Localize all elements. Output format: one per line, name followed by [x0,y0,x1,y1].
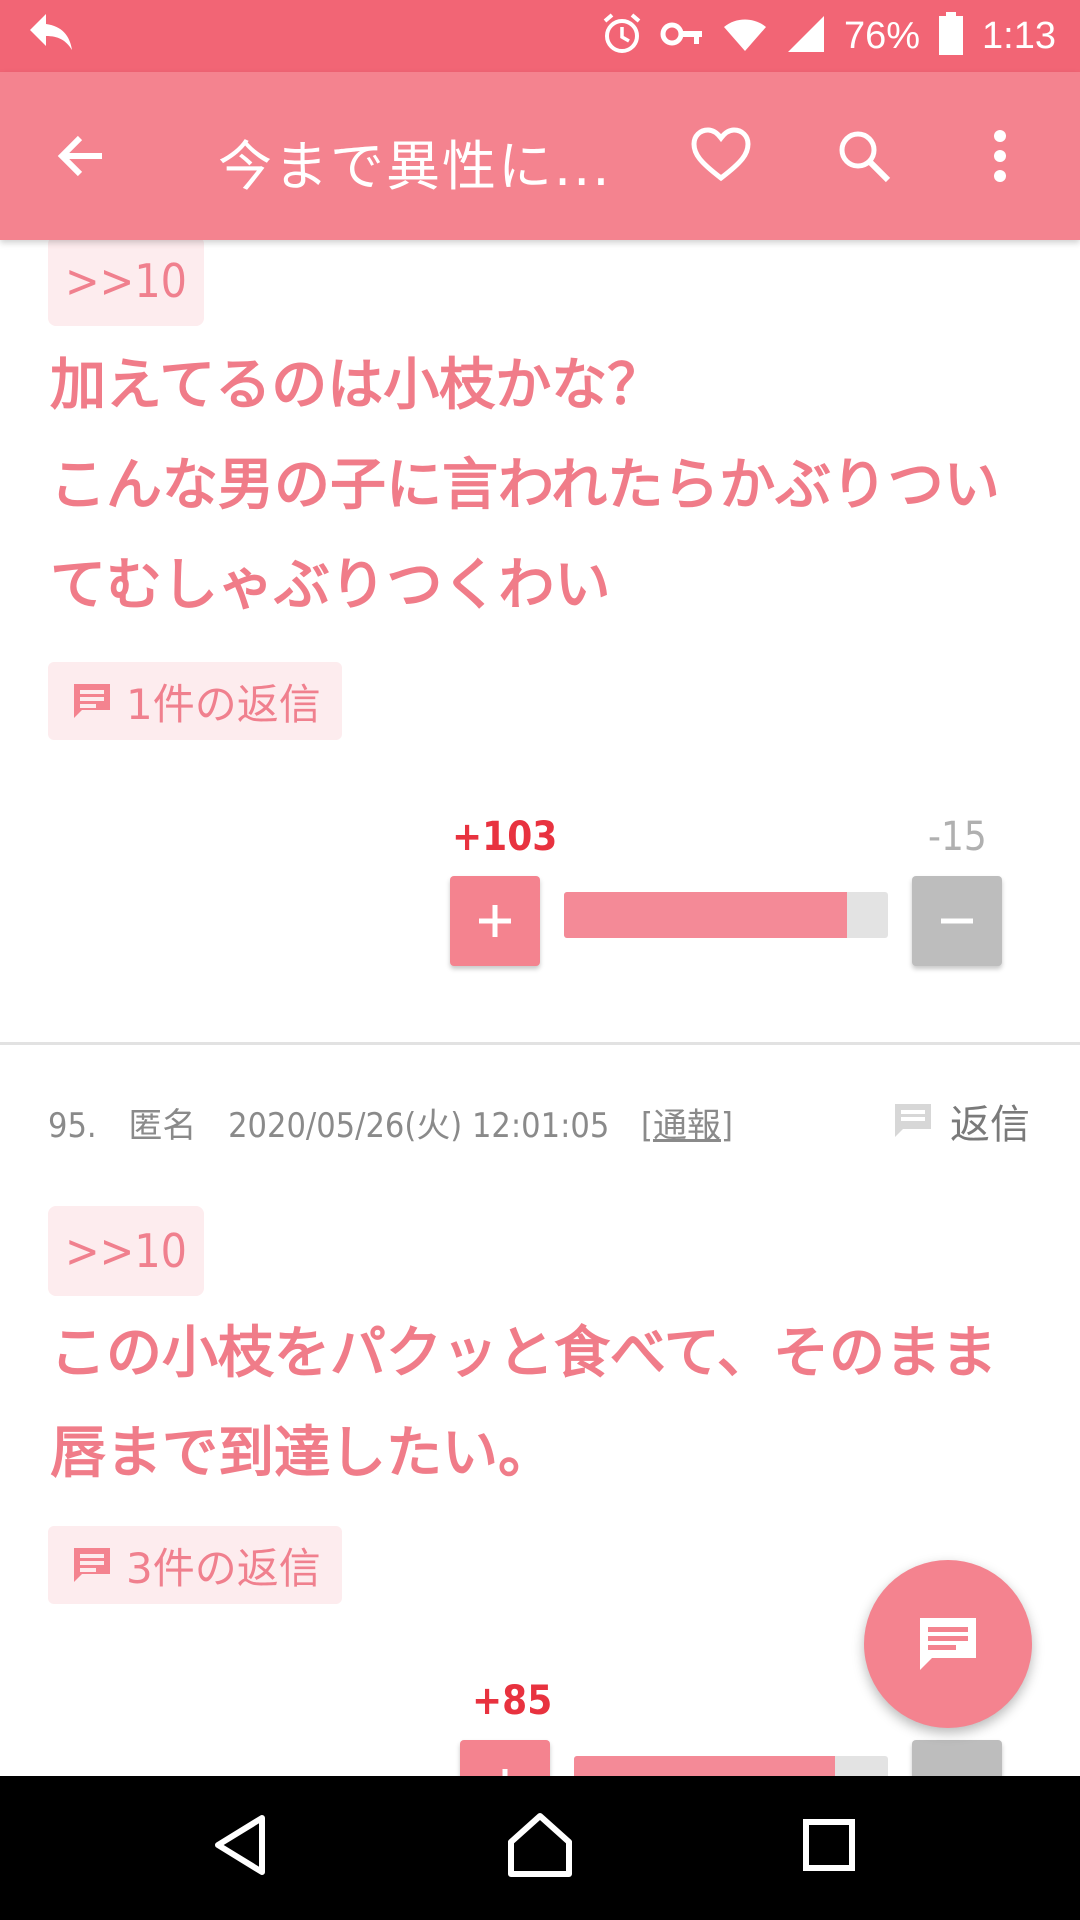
more-options-button[interactable] [990,126,1010,190]
battery-percent: 76% [843,14,921,57]
anchor-link[interactable]: >>10 [48,240,204,326]
square-recents-icon [803,1819,855,1871]
battery-icon [938,12,964,60]
clock: 1:13 [982,14,1056,57]
back-button[interactable] [52,124,116,192]
comment-body-line: 加えてるのは小枝かな？ こんな男の子に言われたらかぶりついてむしゃぶりつくわい [50,353,1000,618]
vote-minus-button[interactable] [912,876,1002,966]
minus-count: -15 [928,814,987,860]
vpn-key-icon [660,20,704,52]
chat-icon [920,1618,976,1670]
page-title: 今まで異性に... [218,135,612,198]
plus-count: +85 [472,1678,553,1724]
screen: 76% 1:13 今まで異性に... >>10 加えてるのは小枝かな？ こんな男… [0,0,1080,1920]
alarm-icon [602,13,642,59]
plus-icon [479,905,511,937]
reply-count-label: 3件の返信 [126,1543,321,1593]
plus-icon [502,1769,508,1776]
vote-minus-button[interactable] [912,1740,1002,1776]
comment-divider [0,1042,1080,1045]
anchor-link[interactable]: >>10 [48,1206,204,1296]
vote-plus-button[interactable] [450,876,540,966]
comment-author: 匿名 [128,1106,197,1146]
nav-home-button[interactable] [505,1810,575,1884]
comment-number: 95. [48,1106,97,1146]
search-button[interactable] [834,126,894,190]
system-nav-bar [0,1776,1080,1920]
search-icon [839,131,891,183]
reply-arrow-icon [26,10,76,60]
signal-icon [786,14,826,58]
vote-ratio-bar [564,892,888,938]
vote-ratio-bar [574,1756,888,1776]
vote-ratio-fill [574,1756,835,1776]
arrow-left-icon [57,135,102,177]
minus-icon [937,1765,977,1776]
minus-icon [941,918,973,924]
more-vert-icon [994,130,1006,182]
comment-meta: 95. 匿名 2020/05/26(火) 12:01:05 [通報] [48,1098,755,1147]
nav-back-button[interactable] [210,1812,270,1882]
app-bar: 今まで異性に... [0,72,1080,240]
vote-plus-button[interactable] [460,1740,550,1776]
reply-label: 返信 [950,1102,1030,1148]
compose-comment-button[interactable] [864,1560,1032,1728]
comment-icon [74,684,110,718]
reply-count-button[interactable]: 3件の返信 [48,1526,342,1604]
comment-list[interactable]: >>10 加えてるのは小枝かな？ こんな男の子に言われたらかぶりついてむしゃぶり… [0,240,1080,1776]
plus-count: +103 [452,814,558,860]
report-label: 通報 [652,1106,721,1146]
comment-icon [74,1548,110,1582]
wifi-icon [722,15,768,57]
comment-body: 加えてるのは小枝かな？ こんな男の子に言われたらかぶりついてむしゃぶりつくわい [50,336,1030,636]
favorite-button[interactable] [690,126,752,188]
comment-icon [895,1104,931,1137]
comment-body-line: この小枝をパクッと食べて、そのまま唇まで到達したい。 [50,1321,997,1486]
reply-button[interactable]: 返信 [892,1092,1030,1150]
comment-datetime: 2020/05/26(火) 12:01:05 [228,1106,610,1146]
reply-count-button[interactable]: 1件の返信 [48,662,342,740]
nav-recents-button[interactable] [802,1818,856,1876]
comment-body: この小枝をパクッと食べて、そのまま唇まで到達したい。 [50,1304,1030,1504]
status-bar: 76% 1:13 [0,0,1080,72]
report-link[interactable]: [通報] [641,1106,733,1146]
vote-ratio-fill [564,892,847,938]
triangle-back-icon [215,1815,265,1875]
heart-icon [691,127,751,182]
home-icon [508,1813,572,1877]
reply-count-label: 1件の返信 [126,679,321,729]
